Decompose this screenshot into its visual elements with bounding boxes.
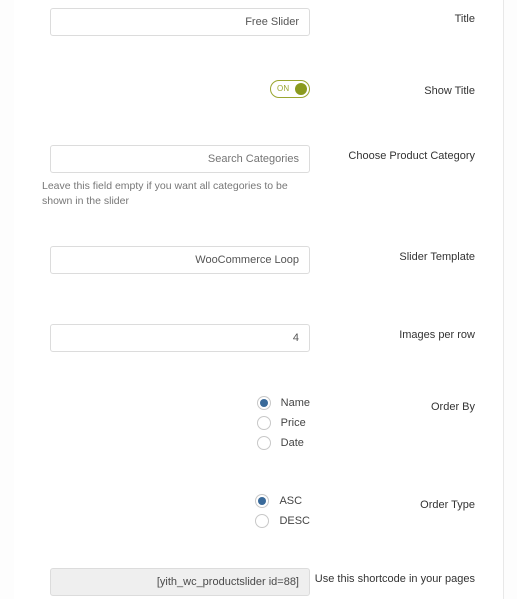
category-helper-text: Leave this field empty if you want all c…	[42, 179, 310, 208]
radio-icon	[255, 514, 269, 528]
row-show-title: Show Title ON	[42, 80, 475, 99]
row-title: Title	[42, 8, 475, 36]
label-template: Slider Template	[310, 246, 475, 265]
title-input[interactable]	[50, 8, 310, 36]
order-type-option-asc[interactable]: ASC	[255, 494, 310, 508]
row-category: Choose Product Category Leave this field…	[42, 145, 475, 208]
radio-label: Name	[281, 397, 310, 409]
radio-label: Date	[281, 437, 304, 449]
toggle-state-text: ON	[277, 84, 289, 93]
label-show-title: Show Title	[310, 80, 475, 99]
settings-panel: Title Show Title ON Choose Product Categ…	[14, 0, 504, 599]
field-order-type: ASC DESC	[42, 494, 310, 534]
radio-label: Price	[281, 417, 306, 429]
order-type-radio-group: ASC DESC	[255, 494, 310, 534]
label-images-per-row: Images per row	[310, 324, 475, 343]
field-title	[42, 8, 310, 36]
label-category: Choose Product Category	[310, 145, 475, 164]
radio-label: ASC	[279, 495, 302, 507]
field-template	[42, 246, 310, 274]
field-show-title: ON	[42, 80, 310, 98]
order-by-option-name[interactable]: Name	[257, 396, 310, 410]
row-images-per-row: Images per row	[42, 324, 475, 352]
radio-icon	[257, 396, 271, 410]
field-images-per-row	[42, 324, 310, 352]
radio-icon	[257, 416, 271, 430]
field-shortcode	[42, 568, 310, 596]
images-per-row-input[interactable]	[50, 324, 310, 352]
row-order-by: Order By Name Price Date	[42, 396, 475, 456]
order-by-option-price[interactable]: Price	[257, 416, 310, 430]
row-template: Slider Template	[42, 246, 475, 274]
field-category: Leave this field empty if you want all c…	[42, 145, 310, 208]
row-shortcode: Use this shortcode in your pages	[42, 568, 475, 596]
shortcode-output[interactable]	[50, 568, 310, 596]
label-title: Title	[310, 8, 475, 27]
label-order-by: Order By	[310, 396, 475, 415]
row-order-type: Order Type ASC DESC	[42, 494, 475, 534]
radio-label: DESC	[279, 515, 310, 527]
radio-icon	[257, 436, 271, 450]
order-type-option-desc[interactable]: DESC	[255, 514, 310, 528]
template-select[interactable]	[50, 246, 310, 274]
field-order-by: Name Price Date	[42, 396, 310, 456]
label-order-type: Order Type	[310, 494, 475, 513]
radio-icon	[255, 494, 269, 508]
label-shortcode: Use this shortcode in your pages	[310, 568, 475, 587]
order-by-radio-group: Name Price Date	[257, 396, 310, 456]
show-title-toggle[interactable]: ON	[270, 80, 310, 98]
toggle-knob	[295, 83, 307, 95]
category-search-input[interactable]	[50, 145, 310, 173]
order-by-option-date[interactable]: Date	[257, 436, 310, 450]
